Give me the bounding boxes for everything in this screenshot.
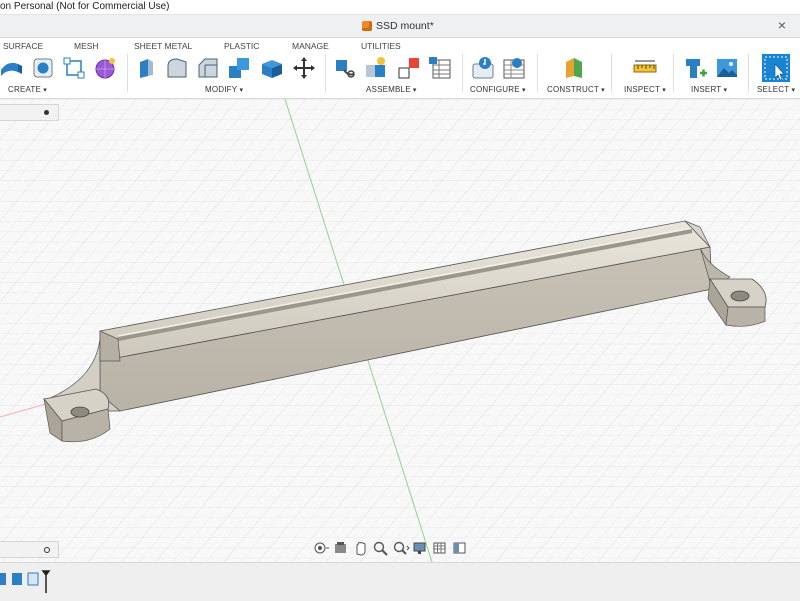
select-icon[interactable] bbox=[762, 54, 790, 82]
toolbar-separator bbox=[127, 54, 128, 92]
insert-menu[interactable]: INSERT bbox=[691, 85, 727, 94]
toolbar-separator bbox=[537, 54, 538, 92]
tab-sheet-metal[interactable]: SHEET METAL bbox=[134, 41, 192, 51]
shell-icon[interactable] bbox=[260, 56, 284, 80]
form-icon[interactable] bbox=[93, 56, 117, 80]
tab-mesh[interactable]: MESH bbox=[74, 41, 99, 51]
right-mounting-tab-side bbox=[725, 306, 766, 327]
timeline-feature-icon[interactable] bbox=[12, 573, 22, 585]
toolbar-separator bbox=[673, 54, 674, 92]
tab-plastic[interactable]: PLASTIC bbox=[224, 41, 259, 51]
plane-icon[interactable] bbox=[563, 56, 587, 80]
app-title-bar: on Personal (Not for Commercial Use) bbox=[0, 0, 800, 15]
left-mounting-hole[interactable] bbox=[70, 406, 90, 418]
tab-utilities[interactable]: UTILITIES bbox=[361, 41, 401, 51]
toolbar-separator bbox=[462, 54, 463, 92]
assemble-menu[interactable]: ASSEMBLE bbox=[366, 85, 417, 94]
sketch-icon[interactable] bbox=[62, 56, 86, 80]
timeline-feature-icon[interactable] bbox=[0, 573, 6, 585]
press-pull-icon[interactable] bbox=[134, 56, 158, 80]
move-icon[interactable] bbox=[292, 56, 316, 80]
fillet-icon[interactable] bbox=[165, 56, 189, 80]
toolbar-separator bbox=[325, 54, 326, 92]
document-title: SSD mount* bbox=[376, 20, 434, 32]
fit-zoom-icon[interactable] bbox=[392, 540, 410, 556]
create-menu[interactable]: CREATE bbox=[8, 85, 47, 94]
toolbar-separator bbox=[748, 54, 749, 92]
navigation-bar bbox=[312, 538, 492, 558]
close-document-button[interactable]: × bbox=[778, 17, 786, 33]
construct-menu[interactable]: CONSTRUCT bbox=[547, 85, 605, 94]
configure-menu[interactable]: CONFIGURE bbox=[470, 85, 526, 94]
viewport-canvas[interactable] bbox=[0, 99, 800, 562]
orbit-icon[interactable] bbox=[312, 540, 330, 556]
comments-panel-collapsed[interactable] bbox=[0, 541, 59, 558]
configure-icon[interactable] bbox=[471, 56, 495, 80]
image-icon[interactable] bbox=[715, 56, 739, 80]
measure-icon[interactable] bbox=[633, 56, 657, 80]
document-tab-bar: SSD mount* × bbox=[0, 15, 800, 38]
timeline-features[interactable] bbox=[0, 569, 60, 599]
right-mounting-hole[interactable] bbox=[730, 290, 750, 302]
ribbon-toolbar: SURFACE MESH SHEET METAL PLASTIC MANAGE … bbox=[0, 38, 800, 99]
component-table-icon[interactable] bbox=[428, 56, 452, 80]
zoom-icon[interactable] bbox=[372, 540, 390, 556]
inspect-menu[interactable]: INSPECT bbox=[624, 85, 666, 94]
new-component-icon[interactable] bbox=[333, 56, 357, 80]
grid-settings-icon[interactable] bbox=[432, 540, 450, 556]
pan-icon[interactable] bbox=[352, 540, 370, 556]
configure-table-icon[interactable] bbox=[502, 56, 526, 80]
modify-menu[interactable]: MODIFY bbox=[205, 85, 243, 94]
select-menu[interactable]: SELECT bbox=[757, 85, 795, 94]
browser-panel-collapsed[interactable] bbox=[0, 104, 59, 121]
app-title: on Personal (Not for Commercial Use) bbox=[0, 1, 170, 12]
viewports-icon[interactable] bbox=[452, 540, 470, 556]
tab-surface[interactable]: SURFACE bbox=[3, 41, 43, 51]
tab-manage[interactable]: MANAGE bbox=[292, 41, 329, 51]
3d-viewport[interactable] bbox=[0, 99, 800, 562]
timeline-marker-icon[interactable] bbox=[41, 570, 51, 593]
toolbar-separator bbox=[611, 54, 612, 92]
insert-icon[interactable] bbox=[684, 56, 708, 80]
document-icon bbox=[362, 21, 372, 31]
sketch-box-icon[interactable] bbox=[31, 56, 55, 80]
extrude-icon[interactable] bbox=[0, 56, 24, 80]
panel-pin-icon[interactable] bbox=[44, 110, 49, 115]
joint-icon[interactable] bbox=[364, 56, 388, 80]
timeline-bar bbox=[0, 562, 800, 601]
timeline-feature-icon[interactable] bbox=[27, 572, 39, 586]
combine-icon[interactable] bbox=[227, 56, 251, 80]
display-settings-icon[interactable] bbox=[412, 540, 430, 556]
panel-add-icon[interactable] bbox=[44, 547, 50, 553]
as-built-joint-icon[interactable] bbox=[397, 56, 421, 80]
document-tab[interactable]: SSD mount* bbox=[362, 18, 434, 34]
look-at-icon[interactable] bbox=[332, 540, 350, 556]
chamfer-icon[interactable] bbox=[196, 56, 220, 80]
